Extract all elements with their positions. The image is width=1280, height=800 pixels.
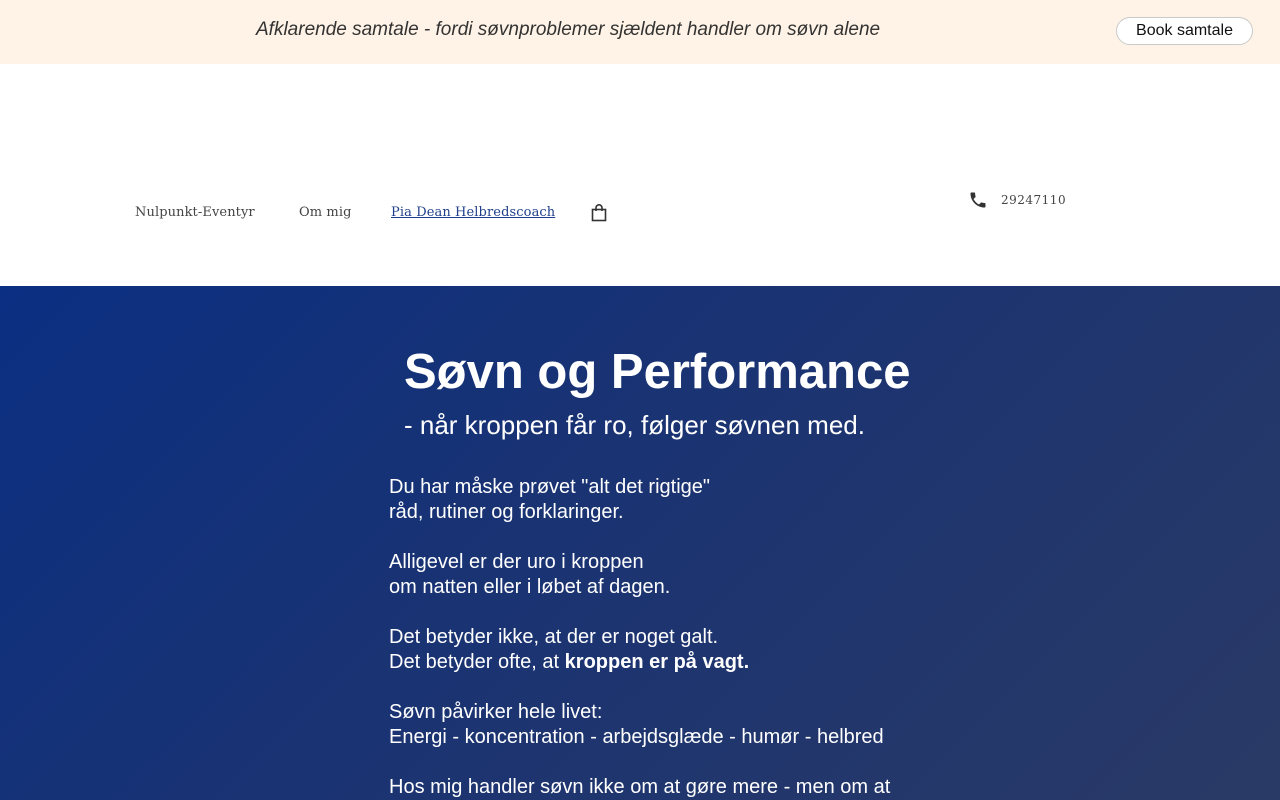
hero-subtitle: - når kroppen får ro, følger søvnen med.	[404, 410, 865, 440]
phone-icon[interactable]	[968, 190, 988, 210]
body-line: Du har måske prøvet "alt det rigtige"	[389, 476, 710, 498]
body-line: Søvn påvirker hele livet:	[389, 701, 603, 723]
nav-item-nulpunkt-eventyr[interactable]: Nulpunkt-Eventyr	[135, 205, 255, 220]
site-header: Nulpunkt-Eventyr Om mig Pia Dean Helbred…	[0, 64, 1280, 286]
body-line: om natten eller i løbet af dagen.	[389, 576, 671, 598]
hero-title: Søvn og Performance	[404, 345, 911, 399]
announcement-bar: Afklarende samtale - fordi søvnproblemer…	[0, 0, 1280, 64]
book-call-button[interactable]: Book samtale	[1116, 17, 1253, 45]
body-line: Det betyder ofte, at kroppen er på vagt.	[389, 650, 890, 675]
announcement-text: Afklarende samtale - fordi søvnproblemer…	[256, 19, 881, 40]
body-line: råd, rutiner og forklaringer.	[389, 501, 624, 523]
body-line: Energi - koncentration - arbejdsglæde - …	[389, 726, 884, 748]
body-line: Alligevel er der uro i kroppen	[389, 551, 644, 573]
nav-item-pia-dean-helbredscoach[interactable]: Pia Dean Helbredscoach	[391, 205, 555, 220]
body-line-prefix: Det betyder ofte, at	[389, 651, 565, 673]
hero-section: Søvn og Performance - når kroppen får ro…	[0, 286, 1280, 800]
body-line: Hos mig handler søvn ikke om at gøre mer…	[389, 776, 891, 798]
hero-body-text: Du har måske prøvet "alt det rigtige" rå…	[389, 475, 890, 800]
shopping-bag-icon[interactable]	[591, 204, 607, 222]
phone-number[interactable]: 29247110	[1001, 193, 1066, 207]
body-line-emphasis: kroppen er på vagt.	[564, 651, 750, 673]
body-line: Det betyder ikke, at der er noget galt.	[389, 626, 719, 648]
nav-item-om-mig[interactable]: Om mig	[299, 205, 352, 220]
